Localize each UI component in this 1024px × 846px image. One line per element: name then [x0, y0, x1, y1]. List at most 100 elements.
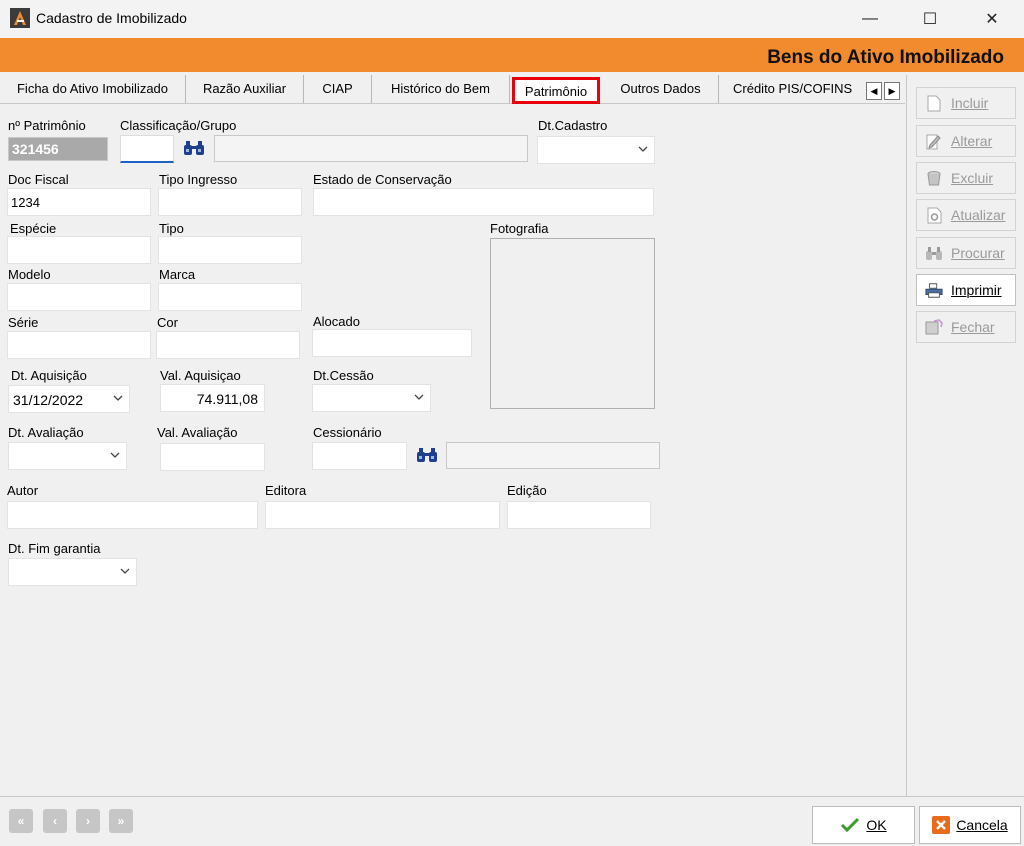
tipo-input[interactable]: [158, 236, 302, 264]
doc-fiscal-input[interactable]: 1234: [7, 188, 151, 216]
window-title: Cadastro de Imobilizado: [36, 10, 187, 26]
app-icon: [10, 8, 30, 28]
alocado-label: Alocado: [313, 314, 360, 329]
incluir-label: Incluir: [951, 95, 989, 111]
dt-aquisicao-label: Dt. Aquisição: [11, 368, 87, 383]
val-avaliacao-label: Val. Avaliação: [157, 425, 238, 440]
tab-patrimonio[interactable]: Patrimônio: [512, 77, 600, 104]
dt-cessao-picker[interactable]: [312, 384, 431, 412]
imprimir-label: Imprimir: [951, 282, 1002, 298]
close-button[interactable]: ✕: [962, 0, 1022, 38]
dt-cadastro-picker[interactable]: [537, 136, 655, 164]
dt-avaliacao-picker[interactable]: [8, 442, 127, 470]
cor-input[interactable]: [156, 331, 300, 359]
cessionario-label: Cessionário: [313, 425, 382, 440]
arrow-left-icon: ‹: [53, 814, 57, 828]
alocado-input[interactable]: [312, 329, 472, 357]
classificacao-label: Classificação/Grupo: [120, 118, 237, 133]
minimize-button[interactable]: —: [840, 0, 900, 38]
arrow-left-icon: ◀: [870, 85, 878, 96]
arrow-right-icon: ›: [86, 814, 90, 828]
printer-icon: [925, 281, 943, 299]
incluir-button[interactable]: Incluir: [916, 87, 1016, 119]
nav-last-button[interactable]: »: [109, 809, 133, 833]
atualizar-button[interactable]: Atualizar: [916, 199, 1016, 231]
arrow-right-icon: ▶: [888, 85, 896, 96]
fotografia-label: Fotografia: [490, 221, 549, 236]
edicao-label: Edição: [507, 483, 547, 498]
modelo-input[interactable]: [7, 283, 151, 311]
dt-cadastro-label: Dt.Cadastro: [538, 118, 608, 133]
n-patrimonio-label: nº Patrimônio: [8, 118, 86, 133]
fotografia-image-box[interactable]: [490, 238, 655, 409]
especie-input[interactable]: [7, 236, 151, 264]
n-patrimonio-field: 321456: [8, 137, 108, 161]
val-aquisicao-input[interactable]: 74.911,08: [160, 384, 265, 412]
classificacao-input[interactable]: [120, 135, 174, 163]
marca-input[interactable]: [158, 283, 302, 311]
val-aquisicao-label: Val. Aquisiçao: [160, 368, 241, 383]
serie-label: Série: [8, 315, 39, 330]
nav-first-button[interactable]: «: [9, 809, 33, 833]
ok-label: OK: [866, 817, 887, 833]
new-document-icon: [925, 94, 943, 112]
chevron-down-icon: [110, 452, 120, 458]
tab-ciap[interactable]: CIAP: [304, 75, 372, 103]
tipo-label: Tipo: [159, 221, 184, 236]
bottom-separator: [0, 796, 1024, 797]
tipo-ingresso-input[interactable]: [158, 188, 302, 216]
chevron-down-icon: [414, 394, 424, 400]
editora-label: Editora: [265, 483, 307, 498]
val-avaliacao-input[interactable]: [160, 443, 265, 471]
estado-conservacao-input[interactable]: [313, 188, 654, 216]
tab-outros-dados[interactable]: Outros Dados: [603, 75, 719, 103]
excluir-label: Excluir: [951, 170, 994, 186]
estado-conservacao-label: Estado de Conservação: [313, 172, 452, 187]
chevron-down-icon: [120, 568, 130, 574]
modelo-label: Modelo: [8, 267, 51, 282]
editora-input[interactable]: [265, 501, 500, 529]
nav-next-button[interactable]: ›: [76, 809, 100, 833]
procurar-button[interactable]: Procurar: [916, 237, 1016, 269]
classificacao-description-field: [214, 135, 528, 162]
alterar-label: Alterar: [951, 133, 993, 149]
chevron-down-icon: [638, 146, 648, 152]
header-banner: Bens do Ativo Imobilizado: [0, 38, 1024, 72]
tab-ficha[interactable]: Ficha do Ativo Imobilizado: [0, 75, 186, 103]
cessionario-search-button[interactable]: [416, 447, 438, 467]
cancel-button[interactable]: Cancela: [919, 806, 1021, 844]
atualizar-label: Atualizar: [951, 207, 1006, 223]
trash-icon: [925, 169, 943, 187]
tab-historico[interactable]: Histórico do Bem: [372, 75, 510, 103]
tab-scroll-right-button[interactable]: ▶: [884, 82, 900, 100]
procurar-label: Procurar: [951, 245, 1005, 261]
cessionario-input[interactable]: [312, 442, 407, 470]
tab-credito-pis-cofins[interactable]: Crédito PIS/COFINS: [719, 75, 861, 103]
ok-button[interactable]: OK: [812, 806, 915, 844]
dt-aquisicao-picker[interactable]: 31/12/2022: [8, 385, 130, 413]
fechar-button[interactable]: Fechar: [916, 311, 1016, 343]
serie-input[interactable]: [7, 331, 151, 359]
autor-label: Autor: [7, 483, 39, 498]
nav-prev-button[interactable]: ‹: [43, 809, 67, 833]
classificacao-search-button[interactable]: [183, 140, 205, 160]
cessionario-description-field: [446, 442, 660, 469]
edicao-input[interactable]: [507, 501, 651, 529]
alterar-button[interactable]: Alterar: [916, 125, 1016, 157]
dt-cessao-label: Dt.Cessão: [313, 368, 374, 383]
dt-fim-garantia-picker[interactable]: [8, 558, 137, 586]
imprimir-button[interactable]: Imprimir: [916, 274, 1016, 306]
autor-input[interactable]: [7, 501, 258, 529]
header-title: Bens do Ativo Imobilizado: [767, 47, 1004, 68]
especie-label: Espécie: [10, 221, 57, 236]
maximize-icon: ☐: [922, 11, 938, 28]
tab-scroll-left-button[interactable]: ◀: [866, 82, 882, 100]
maximize-button[interactable]: ☐: [900, 0, 960, 38]
excluir-button[interactable]: Excluir: [916, 162, 1016, 194]
double-arrow-left-icon: «: [17, 814, 25, 828]
close-icon: ✕: [985, 11, 999, 28]
cor-label: Cor: [157, 315, 178, 330]
tab-razao-auxiliar[interactable]: Razão Auxiliar: [186, 75, 304, 103]
tipo-ingresso-label: Tipo Ingresso: [159, 172, 238, 187]
dt-fim-garantia-label: Dt. Fim garantia: [8, 541, 101, 556]
